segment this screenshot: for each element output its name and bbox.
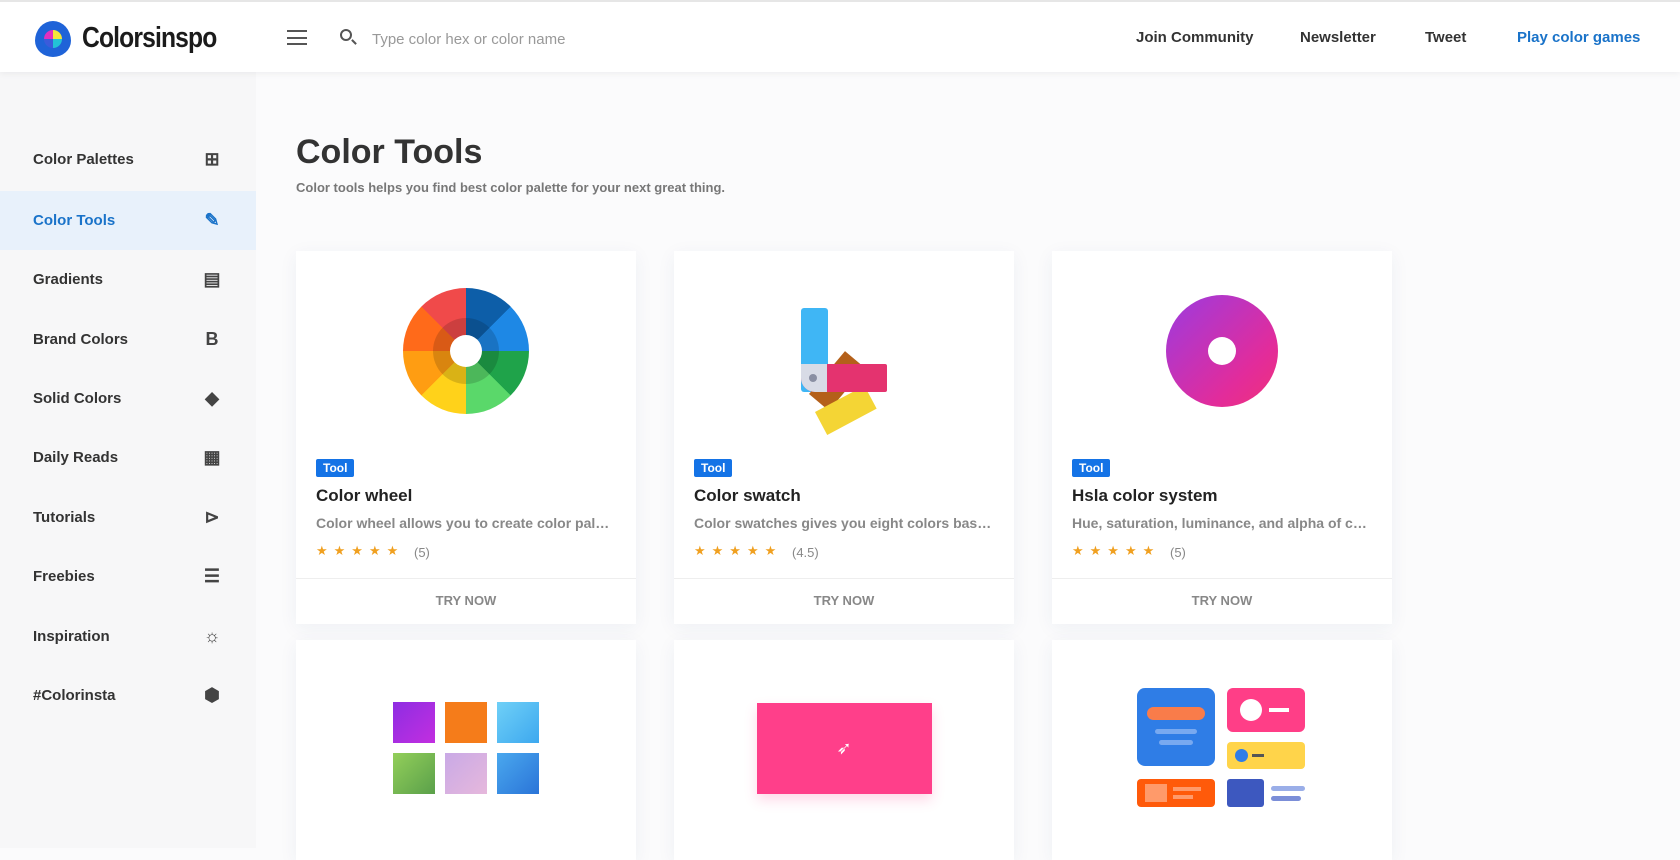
tool-card-color-picker[interactable]: ➶	[674, 640, 1014, 860]
tool-badge: Tool	[316, 459, 355, 477]
search-icon	[340, 29, 352, 41]
rating-value: (4.5)	[792, 545, 819, 560]
page-subtitle: Color tools helps you find best color pa…	[296, 180, 726, 195]
card-title[interactable]: Color wheel	[316, 486, 412, 506]
star-rating-icon: ★★★★★	[694, 543, 783, 558]
rating-value: (5)	[1170, 545, 1186, 560]
sidebar-item-tutorials[interactable]: Tutorials ⊳	[0, 488, 256, 547]
try-now-button[interactable]: TRY NOW	[674, 578, 1014, 624]
hsla-disc-illustration	[1052, 251, 1392, 451]
cube-icon: ⬢	[204, 685, 220, 705]
paint-bucket-icon: ◆	[205, 388, 219, 408]
search-input[interactable]	[372, 26, 872, 52]
sidebar-item-brand-colors[interactable]: Brand Colors B	[0, 310, 256, 369]
card-description: Hue, saturation, luminance, and alpha of…	[1072, 515, 1372, 531]
nav-tweet[interactable]: Tweet	[1425, 29, 1466, 46]
sidebar-item-label: Freebies	[33, 568, 95, 585]
bold-b-icon: B	[205, 329, 219, 349]
hamburger-menu-icon[interactable]	[287, 30, 307, 45]
lightbulb-icon: ☼	[203, 626, 221, 646]
pink-picker-illustration: ➶	[674, 640, 1014, 856]
card-description: Color swatches gives you eight colors ba…	[694, 515, 994, 531]
palette-grid-illustration	[296, 640, 636, 856]
header: Colorsinspo Join Community Newsletter Tw…	[0, 0, 1680, 72]
try-now-button[interactable]: TRY NOW	[1052, 578, 1392, 624]
sidebar-item-color-palettes[interactable]: Color Palettes ⊞	[0, 130, 256, 189]
sidebar-item-label: Color Tools	[33, 212, 116, 229]
eyedropper-icon: ✎	[204, 210, 220, 230]
newspaper-icon: ▦	[203, 447, 221, 467]
image-icon: ▤	[203, 269, 221, 289]
star-rating-icon: ★★★★★	[316, 543, 405, 558]
try-now-button[interactable]: TRY NOW	[296, 578, 636, 624]
sidebar-item-label: #Colorinsta	[33, 687, 116, 704]
sidebar-item-label: Color Palettes	[33, 151, 134, 168]
nav-play-color-games[interactable]: Play color games	[1517, 29, 1640, 46]
card-description: Color wheel allows you to create color p…	[316, 515, 616, 531]
color-wheel-illustration	[296, 251, 636, 451]
sidebar-item-label: Daily Reads	[33, 449, 119, 466]
sidebar-item-freebies[interactable]: Freebies ☰	[0, 547, 256, 606]
sidebar-item-inspiration[interactable]: Inspiration ☼	[0, 607, 256, 666]
grid-icon: ⊞	[204, 149, 220, 169]
sidebar-item-gradients[interactable]: Gradients ▤	[0, 250, 256, 309]
tool-card-ui-colors[interactable]	[1052, 640, 1392, 860]
sidebar-item-solid-colors[interactable]: Solid Colors ◆	[0, 369, 256, 428]
tool-badge: Tool	[694, 459, 733, 477]
tool-card-color-wheel[interactable]: Tool Color wheel Color wheel allows you …	[296, 251, 636, 624]
page-title: Color Tools	[296, 133, 483, 171]
rating-value: (5)	[414, 545, 430, 560]
sidebar-item-label: Gradients	[33, 271, 104, 288]
nav-join-community[interactable]: Join Community	[1136, 29, 1254, 46]
tool-card-palette-grid[interactable]	[296, 640, 636, 860]
sidebar: Color Palettes ⊞ Color Tools ✎ Gradients ▤ …	[0, 72, 256, 848]
cursor-click-icon: ➶	[756, 702, 932, 794]
card-title[interactable]: Color swatch	[694, 486, 801, 506]
logo-icon[interactable]	[35, 21, 71, 57]
tool-card-hsla-color-system[interactable]: Tool Hsla color system Hue, saturation, …	[1052, 251, 1392, 624]
sidebar-item-label: Inspiration	[33, 628, 110, 645]
brand-name[interactable]: Colorsinspo	[82, 22, 217, 55]
sidebar-item-label: Solid Colors	[33, 390, 122, 407]
layout-icon: ☰	[203, 566, 221, 586]
sidebar-item-label: Tutorials	[33, 509, 96, 526]
color-swatch-illustration	[674, 251, 1014, 451]
sidebar-item-label: Brand Colors	[33, 331, 129, 348]
tool-badge: Tool	[1072, 459, 1111, 477]
star-rating-icon: ★★★★★	[1072, 543, 1161, 558]
sidebar-item-daily-reads[interactable]: Daily Reads ▦	[0, 428, 256, 487]
card-title[interactable]: Hsla color system	[1072, 486, 1218, 506]
sidebar-item-colorinsta[interactable]: #Colorinsta ⬢	[0, 666, 256, 725]
play-video-icon: ⊳	[204, 507, 220, 527]
ui-blocks-illustration	[1052, 640, 1392, 856]
tool-card-color-swatch[interactable]: Tool Color swatch Color swatches gives y…	[674, 251, 1014, 624]
sidebar-item-color-tools[interactable]: Color Tools ✎	[0, 191, 256, 250]
nav-newsletter[interactable]: Newsletter	[1300, 29, 1376, 46]
